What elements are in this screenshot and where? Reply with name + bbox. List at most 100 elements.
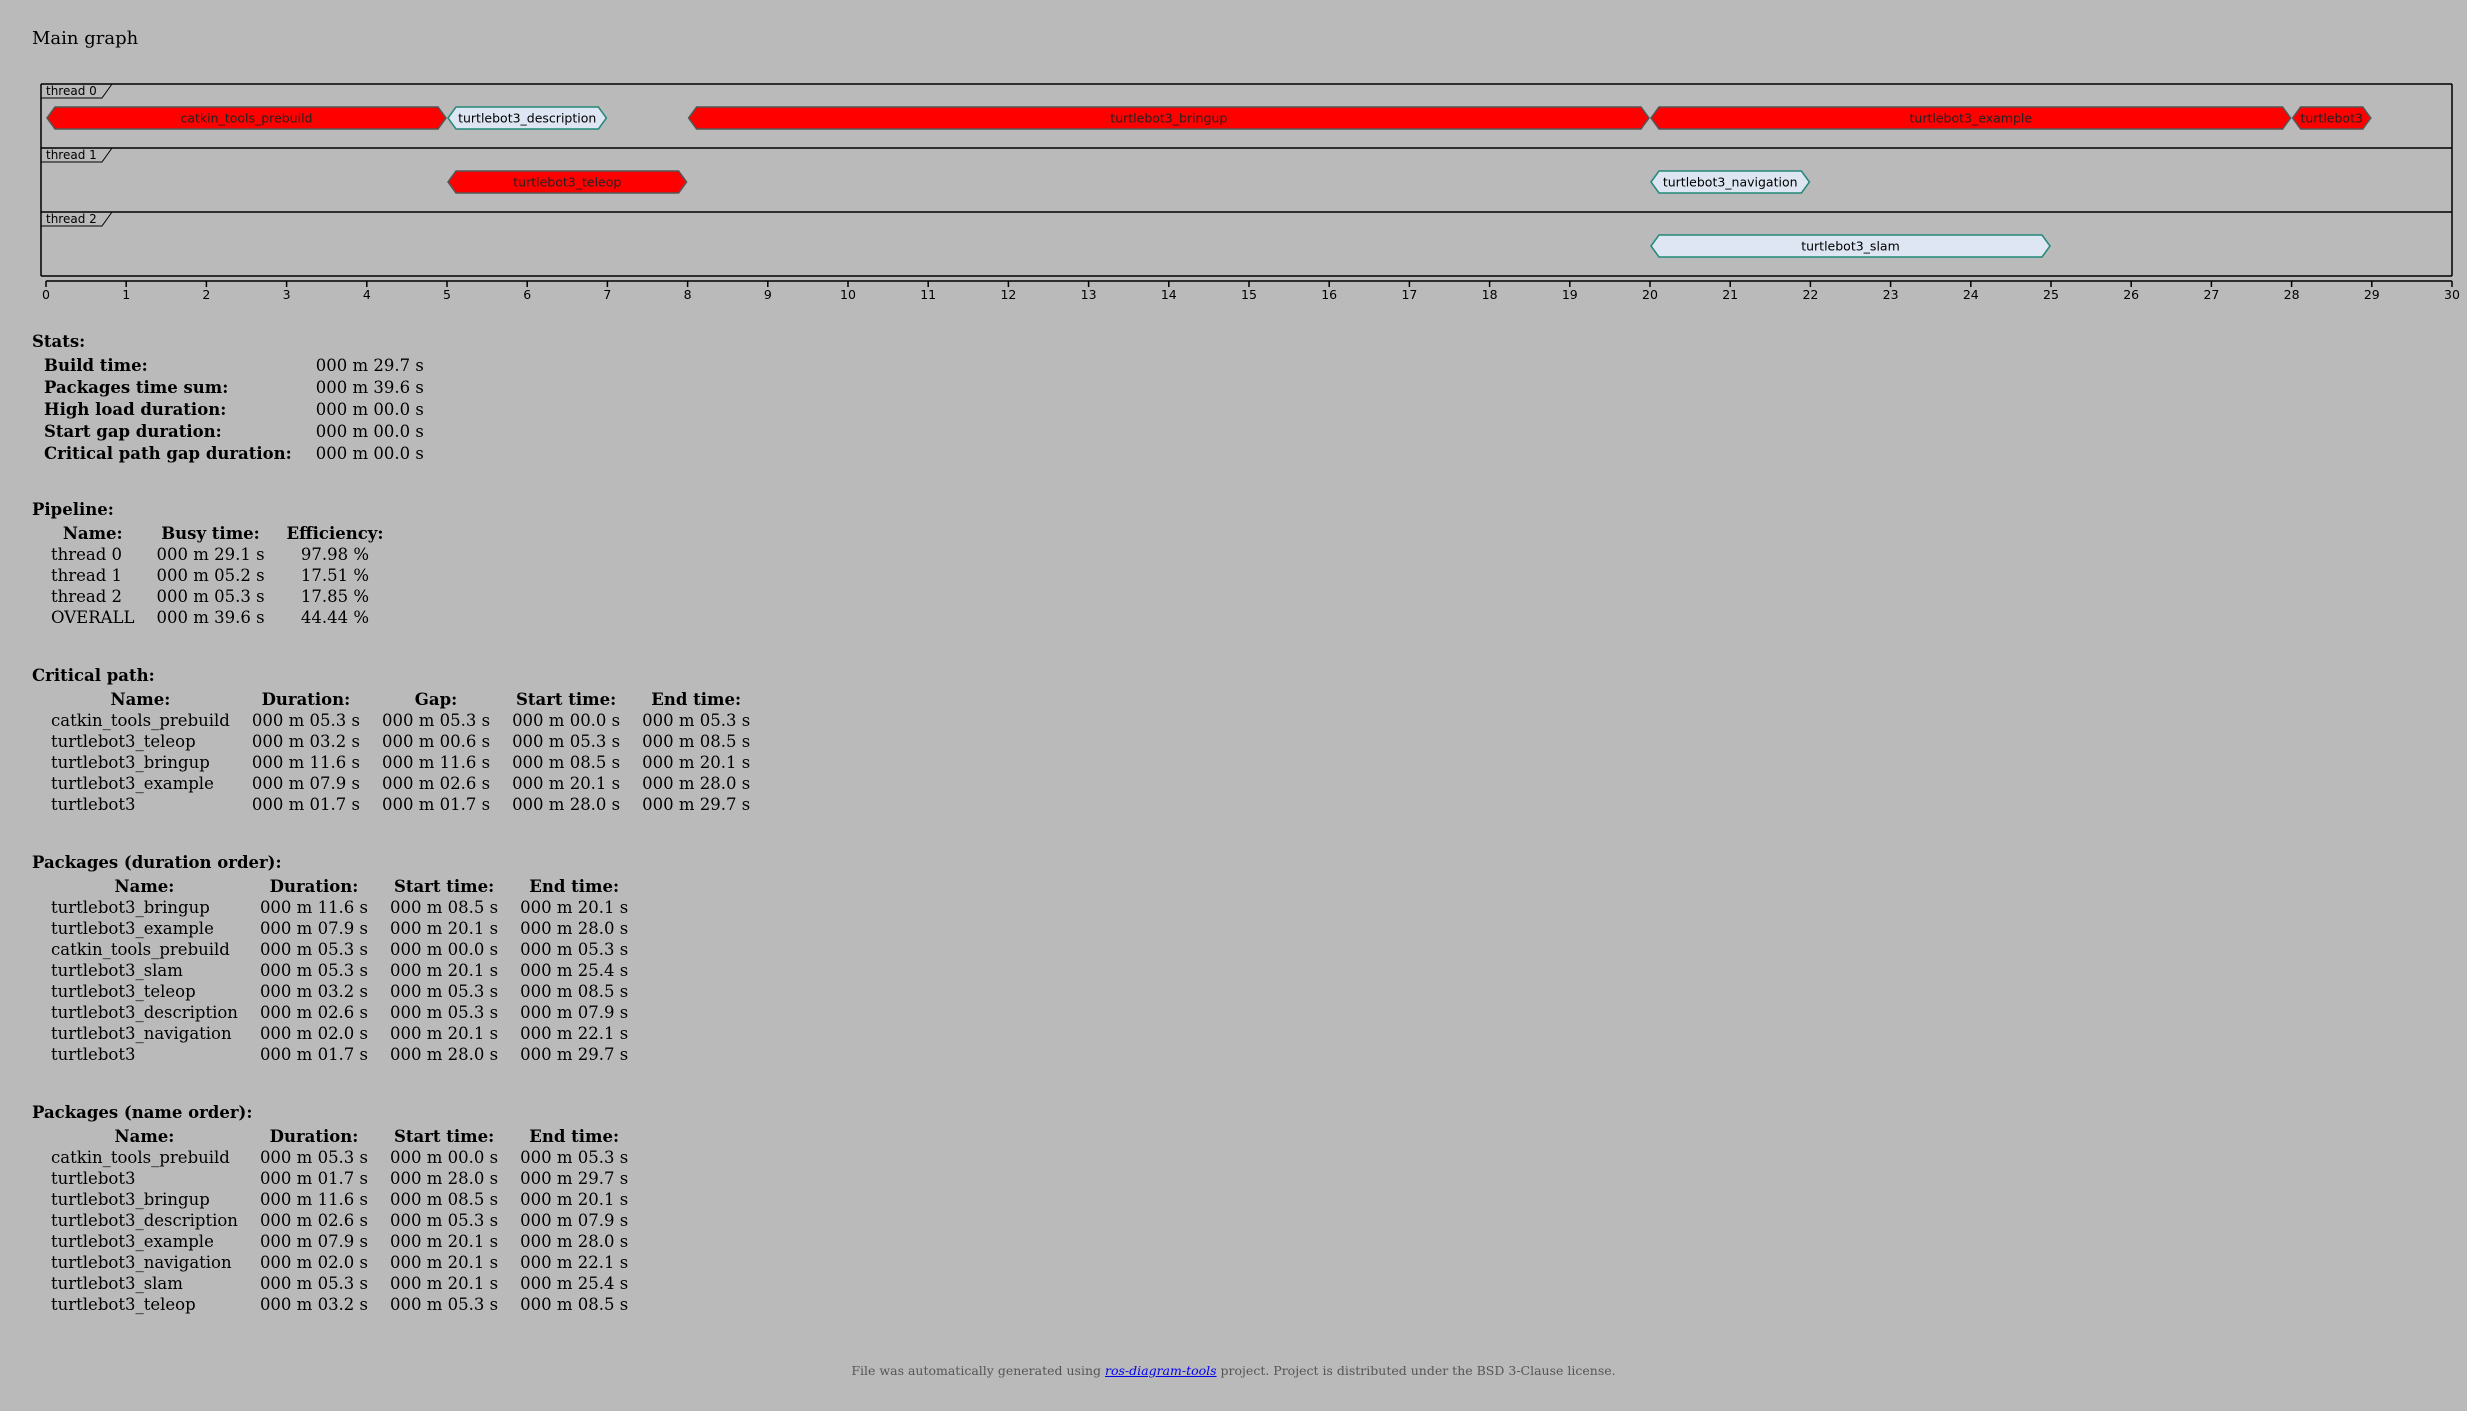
- table-row: turtlebot3_slam 000 m 05.3 s 000 m 20.1 s 0…: [40, 960, 639, 981]
- table-cell: 000 m 29.7 s: [520, 1169, 629, 1188]
- table-cell: 000 m 00.0 s: [512, 711, 621, 730]
- pipeline-title: Pipeline:: [32, 500, 114, 519]
- table-cell: 000 m 05.3 s: [390, 1003, 499, 1022]
- x-tick-label: 1: [122, 287, 130, 300]
- x-tick-label: 27: [2203, 287, 2219, 300]
- table-cell: 000 m 05.3 s: [520, 1148, 629, 1167]
- x-tick-label: 7: [603, 287, 611, 300]
- task-label: turtlebot3_bringup: [1110, 111, 1227, 126]
- stats-title: Stats:: [32, 332, 86, 351]
- stats-key: Build time:: [44, 356, 148, 375]
- table-cell: 000 m 20.1 s: [390, 919, 499, 938]
- stats-row: Packages time sum: 000 m 39.6 s: [40, 377, 435, 399]
- x-tick-label: 30: [2444, 287, 2460, 300]
- column-header: Start time:: [393, 877, 495, 896]
- table-cell: 000 m 07.9 s: [259, 919, 369, 938]
- table-cell: 000 m 20.1 s: [390, 961, 499, 980]
- x-tick-label: 4: [363, 287, 371, 300]
- table-cell: 000 m 03.2 s: [259, 1295, 369, 1314]
- x-tick-label: 10: [840, 287, 856, 300]
- x-tick-label: 21: [1722, 287, 1738, 300]
- table-cell: 000 m 28.0 s: [520, 919, 629, 938]
- packages-name-table: Name: Duration: Start time: End time: catki…: [40, 1126, 639, 1315]
- table-cell: 17.85 %: [300, 587, 370, 606]
- table-cell: 000 m 02.6 s: [259, 1211, 369, 1230]
- table-cell: 000 m 28.0 s: [390, 1045, 499, 1064]
- table-cell: 000 m 28.0 s: [512, 795, 621, 814]
- table-cell: 000 m 01.7 s: [251, 795, 360, 814]
- table-cell: 000 m 25.4 s: [520, 961, 629, 980]
- table-row: turtlebot3_slam 000 m 05.3 s 000 m 20.1 s 0…: [40, 1273, 639, 1294]
- table-cell: turtlebot3_navigation: [51, 1253, 232, 1272]
- table-cell: 000 m 00.6 s: [381, 732, 491, 751]
- column-header: Name:: [110, 690, 171, 709]
- stats-row: Build time: 000 m 29.7 s: [40, 355, 435, 377]
- stats-value: 000 m 00.0 s: [315, 444, 424, 463]
- table-row: turtlebot3_bringup 000 m 11.6 s 000 m 08.5…: [40, 897, 639, 918]
- packages-name-section: Packages (name order): Name: Duration: Sta…: [32, 1103, 639, 1315]
- x-tick-label: 12: [1000, 287, 1016, 300]
- x-tick-label: 14: [1161, 287, 1177, 300]
- table-cell: 000 m 11.6 s: [381, 753, 491, 772]
- table-cell: 000 m 07.9 s: [251, 774, 360, 793]
- table-cell: 17.51 %: [300, 566, 370, 585]
- table-cell: OVERALL: [51, 608, 135, 627]
- packages-name-title: Packages (name order):: [32, 1103, 253, 1122]
- x-tick-label: 3: [283, 287, 291, 300]
- table-cell: 000 m 05.3 s: [520, 940, 629, 959]
- x-tick-label: 22: [1802, 287, 1818, 300]
- table-cell: 000 m 28.0 s: [520, 1232, 629, 1251]
- table-row: thread 1 000 m 05.2 s 17.51 %: [40, 565, 394, 586]
- table-row: turtlebot3_example 000 m 07.9 s 000 m 02.6…: [40, 773, 761, 794]
- task-label: catkin_tools_prebuild: [181, 111, 313, 126]
- table-cell: 000 m 05.3 s: [390, 1295, 499, 1314]
- task-label: turtlebot3: [2300, 111, 2362, 126]
- table-cell: 000 m 01.7 s: [259, 1169, 369, 1188]
- column-header: Start time:: [515, 690, 617, 709]
- table-cell: 000 m 05.3 s: [251, 711, 360, 730]
- table-cell: thread 1: [51, 566, 123, 585]
- critical-path-title: Critical path:: [32, 666, 155, 685]
- critical-path-section: Critical path: Name: Duration: Gap: Start t…: [32, 666, 761, 815]
- critical-path-table: Name: Duration: Gap: Start time: End time: c…: [40, 689, 761, 815]
- table-row: turtlebot3_teleop 000 m 03.2 s 000 m 05.3 …: [40, 1294, 639, 1315]
- table-cell: turtlebot3_bringup: [51, 898, 210, 917]
- table-cell: 000 m 02.0 s: [259, 1024, 369, 1043]
- x-tick-label: 2: [202, 287, 210, 300]
- table-cell: 97.98 %: [300, 545, 370, 564]
- column-header: Name:: [114, 877, 175, 896]
- table-cell: 000 m 20.1 s: [390, 1232, 499, 1251]
- table-cell: 000 m 05.3 s: [381, 711, 491, 730]
- table-cell: 000 m 11.6 s: [259, 898, 369, 917]
- table-cell: 000 m 08.5 s: [520, 1295, 629, 1314]
- x-tick-label: 0: [42, 287, 50, 300]
- stats-key: Start gap duration:: [44, 422, 222, 441]
- table-cell: turtlebot3_description: [51, 1003, 238, 1022]
- task-label: turtlebot3_description: [458, 111, 596, 126]
- table-cell: 000 m 05.3 s: [156, 587, 265, 606]
- table-cell: 000 m 03.2 s: [251, 732, 360, 751]
- table-cell: 000 m 02.0 s: [259, 1253, 369, 1272]
- table-cell: 000 m 08.5 s: [642, 732, 751, 751]
- task-label: turtlebot3_navigation: [1663, 175, 1798, 190]
- stats-value: 000 m 00.0 s: [315, 400, 424, 419]
- table-cell: 000 m 05.3 s: [512, 732, 621, 751]
- table-row: turtlebot3_teleop 000 m 03.2 s 000 m 05.3 …: [40, 981, 639, 1002]
- task-label: turtlebot3_example: [1910, 111, 2033, 126]
- table-cell: 000 m 20.1 s: [512, 774, 621, 793]
- table-cell: 000 m 20.1 s: [520, 1190, 629, 1209]
- table-row: turtlebot3_description 000 m 02.6 s 000 m …: [40, 1210, 639, 1231]
- footer: File was automatically generated using r…: [0, 1363, 2467, 1378]
- stats-key: Critical path gap duration:: [44, 444, 292, 463]
- table-row: turtlebot3_bringup 000 m 11.6 s 000 m 11.6…: [40, 752, 761, 773]
- x-tick-label: 6: [523, 287, 531, 300]
- table-cell: turtlebot3_slam: [51, 1274, 183, 1293]
- stats-row: High load duration: 000 m 00.0 s: [40, 399, 435, 421]
- table-row: catkin_tools_prebuild 000 m 05.3 s 000 m 0…: [40, 1147, 639, 1168]
- x-tick-label: 23: [1883, 287, 1899, 300]
- table-cell: 000 m 00.0 s: [390, 1148, 499, 1167]
- stats-value: 000 m 29.7 s: [315, 356, 424, 375]
- ros-diagram-tools-link[interactable]: ros-diagram-tools: [1105, 1363, 1217, 1378]
- stats-row: Start gap duration: 000 m 00.0 s: [40, 421, 435, 443]
- x-tick-label: 9: [764, 287, 772, 300]
